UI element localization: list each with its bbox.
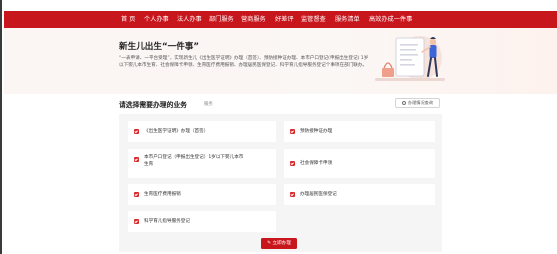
edit-icon: ✎ (267, 241, 271, 246)
business-item-household-registration[interactable]: 本市户口登记（申报出生登记）1岁以下婴儿本市生育 (128, 149, 276, 178)
check-status-button[interactable]: 办理情况查询 (395, 98, 440, 108)
nav-item-business[interactable]: 营商服务 (241, 11, 266, 28)
search-icon (401, 100, 406, 105)
checkbox-checked-icon[interactable] (290, 192, 295, 197)
checkbox-checked-icon[interactable] (290, 129, 295, 134)
nav-item-service-list[interactable]: 服务清单 (335, 11, 360, 28)
nav-item-corporate[interactable]: 法人办事 (177, 11, 202, 28)
business-item-label: 科学育儿指导服务登记 (144, 219, 190, 224)
nav-item-one-thing[interactable]: 高效办成一件事 (369, 11, 412, 28)
checkbox-checked-icon[interactable] (134, 192, 139, 197)
checkbox-checked-icon[interactable] (290, 161, 295, 166)
business-item-social-security-card[interactable]: 社会保障卡申领 (284, 149, 435, 178)
nav-item-department[interactable]: 部门服务 (209, 11, 234, 28)
section-subtitle: 服务 (204, 102, 213, 107)
business-item-label: 本市户口登记（申报出生登记）1岁以下婴儿本市生育 (144, 155, 244, 167)
business-item-label: 生育医疗费用报销 (144, 192, 181, 197)
hero-description: “一表申请、一平台受理”，实现新生儿《出生医学证明》办理（首签）、预防接种证办理… (119, 56, 369, 69)
business-item-label: 社会保障卡申领 (300, 161, 333, 166)
nav-item-evaluation[interactable]: 好差评 (275, 11, 294, 28)
business-item-parenting-guidance[interactable]: 科学育儿指导服务登记 (128, 211, 276, 232)
section-title: 请选择需要办理的业务 (119, 101, 187, 109)
business-item-medical-insurance[interactable]: 办理居民医保登记 (284, 184, 435, 205)
business-selection-panel: 《出生医学证明》办理（首签） 预防接种证办理 本市户口登记（申报出生登记）1岁以… (119, 114, 442, 252)
business-item-label: 《出生医学证明》办理（首签） (144, 129, 209, 134)
business-item-maternity-reimbursement[interactable]: 生育医疗费用报销 (128, 184, 276, 205)
checkbox-checked-icon[interactable] (134, 219, 139, 224)
nav-item-supervision[interactable]: 监管督查 (301, 11, 326, 28)
browser-frame: 首 页 个人办事 法人办事 部门服务 营商服务 好差评 监管督查 服务清单 高效… (0, 0, 557, 254)
checkbox-checked-icon[interactable] (134, 157, 139, 162)
checkbox-checked-icon[interactable] (134, 129, 139, 134)
check-status-label: 办理情况查询 (407, 100, 434, 105)
person-with-document-illustration (375, 36, 445, 81)
top-navbar: 首 页 个人办事 法人办事 部门服务 营商服务 好差评 监管督查 服务清单 高效… (4, 11, 557, 28)
business-item-label: 办理居民医保登记 (300, 192, 337, 197)
submit-label: 立即办理 (272, 241, 291, 246)
page-title: 新生儿出生“一件事” (119, 42, 200, 52)
business-item-label: 预防接种证办理 (300, 129, 333, 134)
submit-button[interactable]: ✎ 立即办理 (261, 238, 297, 249)
nav-item-home[interactable]: 首 页 (121, 11, 135, 28)
business-item-vaccination[interactable]: 预防接种证办理 (284, 121, 435, 142)
nav-item-personal[interactable]: 个人办事 (144, 11, 169, 28)
business-item-birth-certificate[interactable]: 《出生医学证明》办理（首签） (128, 121, 276, 142)
